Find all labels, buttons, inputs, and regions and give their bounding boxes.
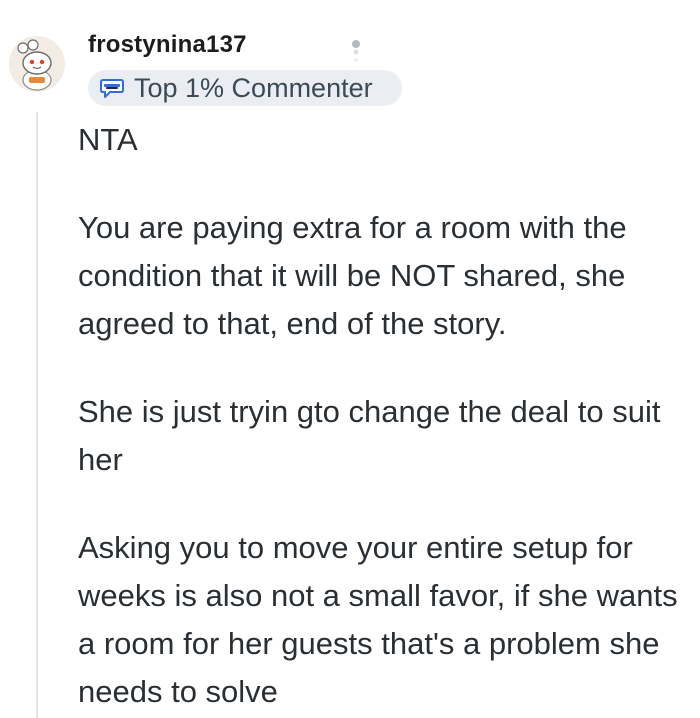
comment-paragraph: She is just tryin gto change the deal to… <box>78 394 661 477</box>
comment-paragraph: NTA <box>78 122 138 157</box>
more-options-icon[interactable] <box>344 36 368 66</box>
user-avatar[interactable] <box>9 36 65 92</box>
comment-body: NTA You are paying extra for a room with… <box>78 116 690 716</box>
user-flair: Top 1% Commenter <box>88 70 402 106</box>
thread-line[interactable] <box>36 112 38 718</box>
comment-paragraph: You are paying extra for a room with the… <box>78 210 627 341</box>
flair-label: Top 1% Commenter <box>134 72 373 103</box>
avatar-snoo-icon <box>9 36 65 92</box>
comment-paragraph: Asking you to move your entire setup for… <box>78 530 678 709</box>
commenter-badge-icon <box>100 79 124 98</box>
username[interactable]: frostynina137 <box>88 31 247 59</box>
